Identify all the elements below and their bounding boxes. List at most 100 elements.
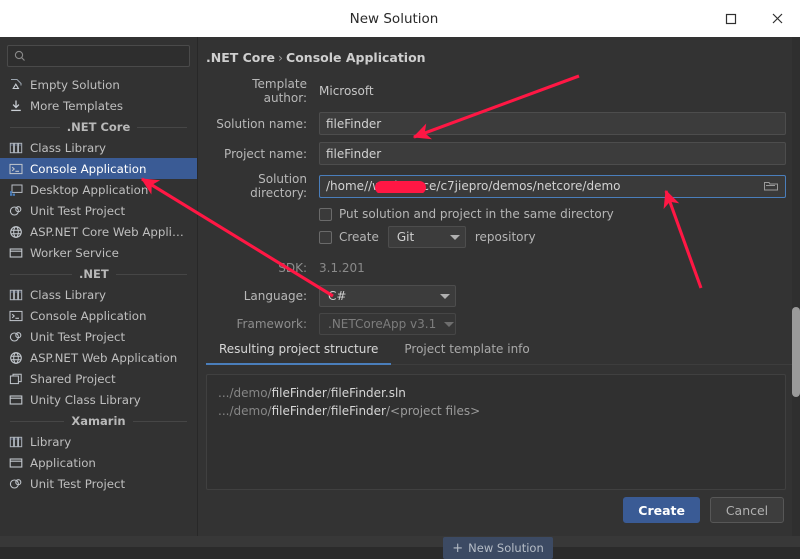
tab-resulting-project-structure[interactable]: Resulting project structure [206, 336, 391, 365]
same-directory-label: Put solution and project in the same dir… [339, 207, 614, 221]
create-button[interactable]: Create [623, 497, 700, 523]
cancel-button[interactable]: Cancel [710, 497, 784, 523]
breadcrumb: .NET Core›Console Application [206, 50, 786, 65]
shared-icon [8, 371, 23, 386]
sidebar-item-unit-test-project[interactable]: Unit Test Project [0, 473, 197, 494]
sidebar-item-class-library[interactable]: Class Library [0, 284, 197, 305]
rule [116, 274, 187, 275]
sidebar-item-asp-net-core-web-applicat[interactable]: ASP.NET Core Web Applicat… [0, 221, 197, 242]
solution-name-label: Solution name: [206, 117, 319, 131]
preview-tabs[interactable]: Resulting project structureProject templ… [206, 336, 800, 365]
library-icon [8, 287, 23, 302]
new-solution-dialog: New Solution Empty [0, 0, 800, 536]
rule [10, 421, 64, 422]
download-icon [8, 98, 23, 113]
search-container [0, 37, 197, 73]
breadcrumb-root: .NET Core [206, 50, 275, 65]
sdk-row: SDK: 3.1.201 [206, 257, 786, 279]
template-author-value: Microsoft [319, 84, 374, 98]
redaction-mark [375, 181, 426, 193]
template-group-label: .NET [79, 267, 109, 281]
sidebar-item-label: ASP.NET Web Application [30, 351, 177, 365]
sidebar-item-label: Unit Test Project [30, 477, 125, 491]
same-directory-row: Put solution and project in the same dir… [206, 207, 786, 221]
same-directory-checkbox[interactable] [319, 208, 332, 221]
sidebar-item-console-application[interactable]: Console Application [0, 158, 197, 179]
maximize-icon[interactable] [708, 0, 754, 37]
project-name-value: fileFinder [326, 147, 381, 161]
sidebar-item-worker-service[interactable]: Worker Service [0, 242, 197, 263]
create-repository-row: Create Git repository [206, 226, 786, 248]
console-icon [8, 308, 23, 323]
template-group-label: .NET Core [67, 120, 131, 134]
search-input[interactable] [31, 49, 183, 63]
create-repository-label-after: repository [475, 230, 536, 244]
window-icon [8, 245, 23, 260]
solution-directory-prefix: /home/ [326, 179, 368, 193]
project-name-row: Project name: fileFinder [206, 142, 786, 165]
tab-project-template-info[interactable]: Project template info [391, 336, 542, 365]
dialog-content: Empty Solution More Templates .NET Core Cla… [0, 37, 800, 536]
empty-solution-icon [8, 77, 23, 92]
rule [10, 274, 72, 275]
solution-name-input[interactable]: fileFinder [319, 112, 786, 135]
globe-icon [8, 224, 23, 239]
folder-icon[interactable] [763, 180, 779, 192]
sidebar-item-empty-solution[interactable]: Empty Solution [0, 74, 197, 95]
main-scrollbar-thumb[interactable] [792, 307, 800, 397]
rule [133, 421, 187, 422]
sidebar-item-desktop-application[interactable]: Desktop Application [0, 179, 197, 200]
sidebar-item-library[interactable]: Library [0, 431, 197, 452]
form-area: .NET Core›Console Application Template a… [198, 37, 800, 322]
chevron-down-icon [450, 235, 460, 240]
template-list[interactable]: Empty Solution More Templates .NET Core Cla… [0, 73, 197, 536]
sidebar-item-class-library[interactable]: Class Library [0, 137, 197, 158]
plus-icon: + [452, 542, 463, 555]
create-repository-label-before: Create [339, 230, 379, 244]
sidebar-item-console-application[interactable]: Console Application [0, 305, 197, 326]
window-title: New Solution [0, 11, 708, 27]
structure-line: .../demo/fileFinder/fileFinder/<project … [218, 402, 774, 420]
solution-directory-value: /home//workspace/c7jiepro/demos/netcore/… [326, 179, 763, 193]
sidebar-item-label: Console Application [30, 162, 147, 176]
sidebar-item-asp-net-web-application[interactable]: ASP.NET Web Application [0, 347, 197, 368]
sidebar-item-unit-test-project[interactable]: Unit Test Project [0, 200, 197, 221]
sidebar-item-application[interactable]: Application [0, 452, 197, 473]
project-structure-preview: .../demo/fileFinder/fileFinder.sln.../de… [206, 374, 786, 490]
sidebar-item-label: Empty Solution [30, 78, 120, 92]
vcs-select-value: Git [397, 230, 442, 244]
sidebar-item-label: Class Library [30, 288, 106, 302]
rule [10, 127, 60, 128]
language-select[interactable]: C# [319, 285, 456, 307]
sidebar-item-unit-test-project[interactable]: Unit Test Project [0, 326, 197, 347]
framework-select: .NETCoreApp v3.1 [319, 313, 456, 335]
project-name-input[interactable]: fileFinder [319, 142, 786, 165]
sidebar-item-label: Shared Project [30, 372, 116, 386]
vcs-select[interactable]: Git [388, 226, 466, 248]
solution-directory-input[interactable]: /home//workspace/c7jiepro/demos/netcore/… [319, 175, 786, 198]
template-group-header: .NET Core [0, 116, 197, 137]
close-icon[interactable] [754, 0, 800, 37]
framework-label: Framework: [206, 317, 319, 331]
sidebar-item-label: More Templates [30, 99, 123, 113]
sidebar-item-label: Unit Test Project [30, 330, 125, 344]
solution-name-row: Solution name: fileFinder [206, 112, 786, 135]
create-repository-checkbox[interactable] [319, 231, 332, 244]
breadcrumb-separator: › [275, 50, 286, 65]
main-scrollbar[interactable] [792, 37, 800, 536]
template-author-label: Template author: [206, 77, 319, 105]
sdk-label: SDK: [206, 261, 319, 275]
template-group-header: .NET [0, 263, 197, 284]
background-new-solution-button[interactable]: + New Solution [443, 537, 553, 559]
library-icon [8, 434, 23, 449]
test-icon [8, 203, 23, 218]
test-icon [8, 476, 23, 491]
test-icon [8, 329, 23, 344]
language-label: Language: [206, 289, 319, 303]
sidebar-item-unity-class-library[interactable]: Unity Class Library [0, 389, 197, 410]
search-box[interactable] [7, 45, 190, 67]
sidebar-item-shared-project[interactable]: Shared Project [0, 368, 197, 389]
window-icon [8, 392, 23, 407]
sidebar-item-more-templates[interactable]: More Templates [0, 95, 197, 116]
breadcrumb-leaf: Console Application [286, 50, 426, 65]
